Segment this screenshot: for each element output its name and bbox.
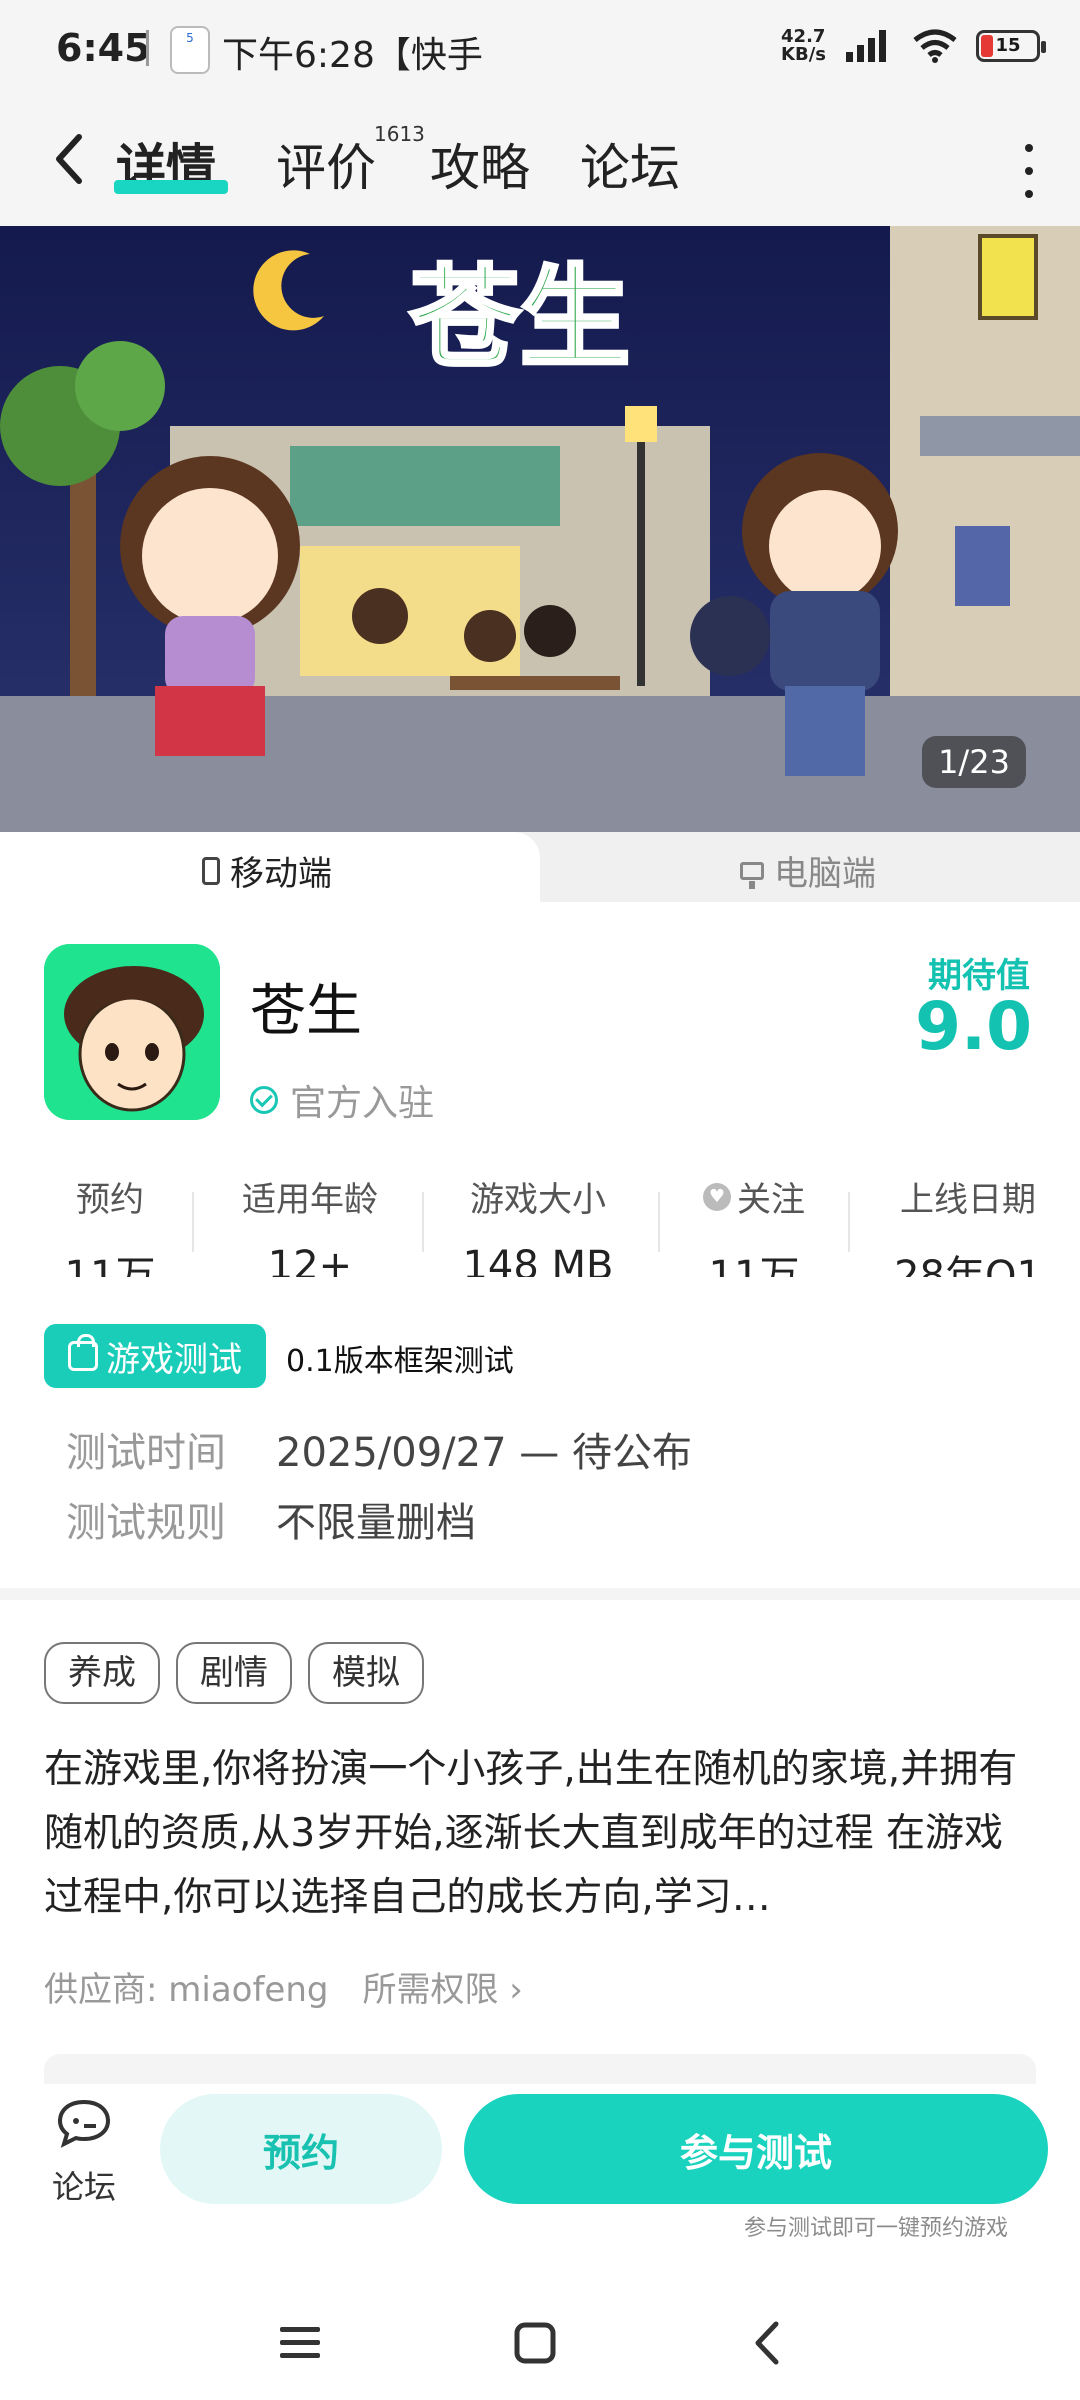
banner-title-art: 苍生 bbox=[410, 254, 630, 382]
game-description[interactable]: 在游戏里,你将扮演一个小孩子,出生在随机的家境,并拥有随机的资质,从3岁开始,逐… bbox=[44, 1738, 1040, 1930]
stat-value: 12+ bbox=[267, 1243, 353, 1277]
dot-icon bbox=[1025, 190, 1033, 198]
app-notification-icon: 5 bbox=[170, 26, 210, 74]
heart-icon: ♥ bbox=[703, 1182, 731, 1211]
monitor-icon bbox=[740, 861, 764, 889]
stat-value: 11万 bbox=[64, 1253, 156, 1277]
platform-tabs: 移动端 电脑端 bbox=[0, 832, 1080, 902]
permissions-link[interactable]: 所需权限 › bbox=[362, 1962, 522, 2011]
boy-avatar-icon bbox=[44, 944, 220, 1120]
tag-chip[interactable]: 剧情 bbox=[176, 1642, 292, 1704]
review-count-badge: 1613 bbox=[374, 122, 425, 146]
stat-label: 游戏大小 bbox=[470, 1180, 606, 1220]
dot-icon bbox=[1025, 167, 1033, 175]
status-time: 6:45 bbox=[56, 26, 151, 70]
info-key: 测试时间 bbox=[66, 1430, 226, 1476]
screenshot-carousel[interactable]: 苍生 1/23 bbox=[0, 226, 1080, 832]
test-lock-icon bbox=[68, 1334, 98, 1371]
more-options-button[interactable] bbox=[1014, 144, 1044, 198]
forum-label: 论坛 bbox=[51, 2168, 116, 2206]
stat-age-rating: 适用年龄 12+ bbox=[220, 1172, 400, 1277]
official-label: 官方入驻 bbox=[290, 1083, 435, 1124]
stat-followers[interactable]: ♥ 关注 11万 bbox=[684, 1172, 824, 1277]
verified-check-icon bbox=[250, 1086, 278, 1114]
battery-level bbox=[981, 35, 993, 57]
info-value: 不限量删档 bbox=[276, 1500, 476, 1546]
game-stats: 预约 11万 适用年龄 12+ 游戏大小 148 MB ♥ 关注 11万 上线日期… bbox=[0, 1172, 1080, 1282]
chevron-left-icon bbox=[56, 134, 82, 184]
follow-label: 关注 bbox=[737, 1180, 805, 1220]
stat-divider bbox=[848, 1192, 850, 1252]
dot-icon bbox=[1025, 144, 1033, 152]
test-time-row: 测试时间 2025/09/27 — 待公布 bbox=[66, 1420, 692, 1478]
expectation-score: 9.0 bbox=[915, 988, 1032, 1065]
stat-reservations: 预约 11万 bbox=[50, 1172, 170, 1277]
home-icon[interactable] bbox=[514, 2322, 556, 2364]
stat-value: 148 MB bbox=[462, 1243, 614, 1277]
supplier-label: 供应商: miaofeng bbox=[44, 1970, 329, 2010]
phone-icon bbox=[202, 856, 220, 885]
active-tab-indicator bbox=[114, 180, 228, 194]
status-divider bbox=[146, 30, 149, 66]
game-app-icon bbox=[44, 944, 220, 1120]
tab-mobile-label: 移动端 bbox=[230, 854, 332, 894]
info-key: 测试规则 bbox=[66, 1500, 226, 1546]
notification-text: 下午6:28【快手 bbox=[222, 35, 483, 76]
section-divider bbox=[0, 1588, 1080, 1600]
tab-pc[interactable]: 电脑端 bbox=[740, 846, 876, 895]
forum-button[interactable]: 论坛 bbox=[44, 2098, 124, 2208]
stat-divider bbox=[422, 1192, 424, 1252]
wifi-icon bbox=[913, 29, 957, 63]
tab-forum[interactable]: 论坛 bbox=[580, 128, 680, 200]
join-test-button[interactable]: 参与测试 bbox=[464, 2094, 1048, 2204]
tab-pc-label: 电脑端 bbox=[774, 854, 876, 894]
battery-percent: 15 bbox=[995, 35, 1021, 56]
tab-reviews[interactable]: 评价 bbox=[276, 128, 376, 200]
info-value: 2025/09/27 — 待公布 bbox=[276, 1430, 692, 1476]
test-description: 0.1版本框架测试 bbox=[286, 1344, 514, 1379]
status-bar: 6:45 5 下午6:28【快手 42.7 KB/s 15 bbox=[0, 0, 1080, 100]
game-test-tag: 游戏测试 bbox=[44, 1324, 266, 1388]
signal-icon bbox=[846, 30, 886, 62]
stat-label: 预约 bbox=[76, 1180, 144, 1220]
menu-icon[interactable] bbox=[278, 2324, 322, 2362]
status-icons: 42.7 KB/s 15 bbox=[781, 28, 1046, 64]
top-nav: 详情 评价 1613 攻略 论坛 bbox=[0, 100, 1080, 226]
reserve-button[interactable]: 预约 bbox=[160, 2094, 442, 2204]
stat-divider bbox=[658, 1192, 660, 1252]
app-badge: 5 bbox=[186, 31, 194, 45]
stat-label: 适用年龄 bbox=[242, 1180, 378, 1220]
system-navigation-bar bbox=[0, 2284, 1080, 2400]
tag-chip[interactable]: 模拟 bbox=[308, 1642, 424, 1704]
stat-game-size: 游戏大小 148 MB bbox=[448, 1172, 628, 1277]
tab-guides[interactable]: 攻略 bbox=[430, 128, 530, 200]
stat-value: 28年Q1 bbox=[894, 1253, 1042, 1277]
test-tag-label: 游戏测试 bbox=[106, 1339, 242, 1380]
back-button[interactable] bbox=[38, 124, 98, 194]
game-title: 苍生 bbox=[250, 979, 362, 1044]
back-nav-icon[interactable] bbox=[752, 2320, 782, 2366]
stat-release-date: 上线日期 28年Q1 bbox=[876, 1172, 1060, 1277]
join-hint-text: 参与测试即可一键预约游戏 bbox=[744, 2216, 1009, 2241]
tab-mobile[interactable]: 移动端 bbox=[202, 846, 332, 895]
stat-label: ♥ 关注 bbox=[684, 1172, 824, 1221]
stat-value: 11万 bbox=[708, 1253, 800, 1277]
chat-bubble-icon bbox=[57, 2099, 111, 2148]
carousel-counter: 1/23 bbox=[922, 736, 1026, 788]
supplier-row: 供应商: miaofeng 所需权限 › bbox=[44, 1962, 523, 2011]
net-speed-unit: KB/s bbox=[781, 44, 826, 65]
battery-icon: 15 bbox=[976, 30, 1046, 62]
next-card-peek bbox=[44, 2054, 1036, 2084]
official-badge: 官方入驻 bbox=[250, 1074, 434, 1126]
test-rule-row: 测试规则 不限量删档 bbox=[66, 1490, 476, 1548]
tag-chip[interactable]: 养成 bbox=[44, 1642, 160, 1704]
banner-artwork: 苍生 bbox=[0, 226, 1080, 832]
network-speed: 42.7 KB/s bbox=[781, 28, 826, 64]
stat-divider bbox=[192, 1192, 194, 1252]
stat-label: 上线日期 bbox=[900, 1180, 1036, 1220]
